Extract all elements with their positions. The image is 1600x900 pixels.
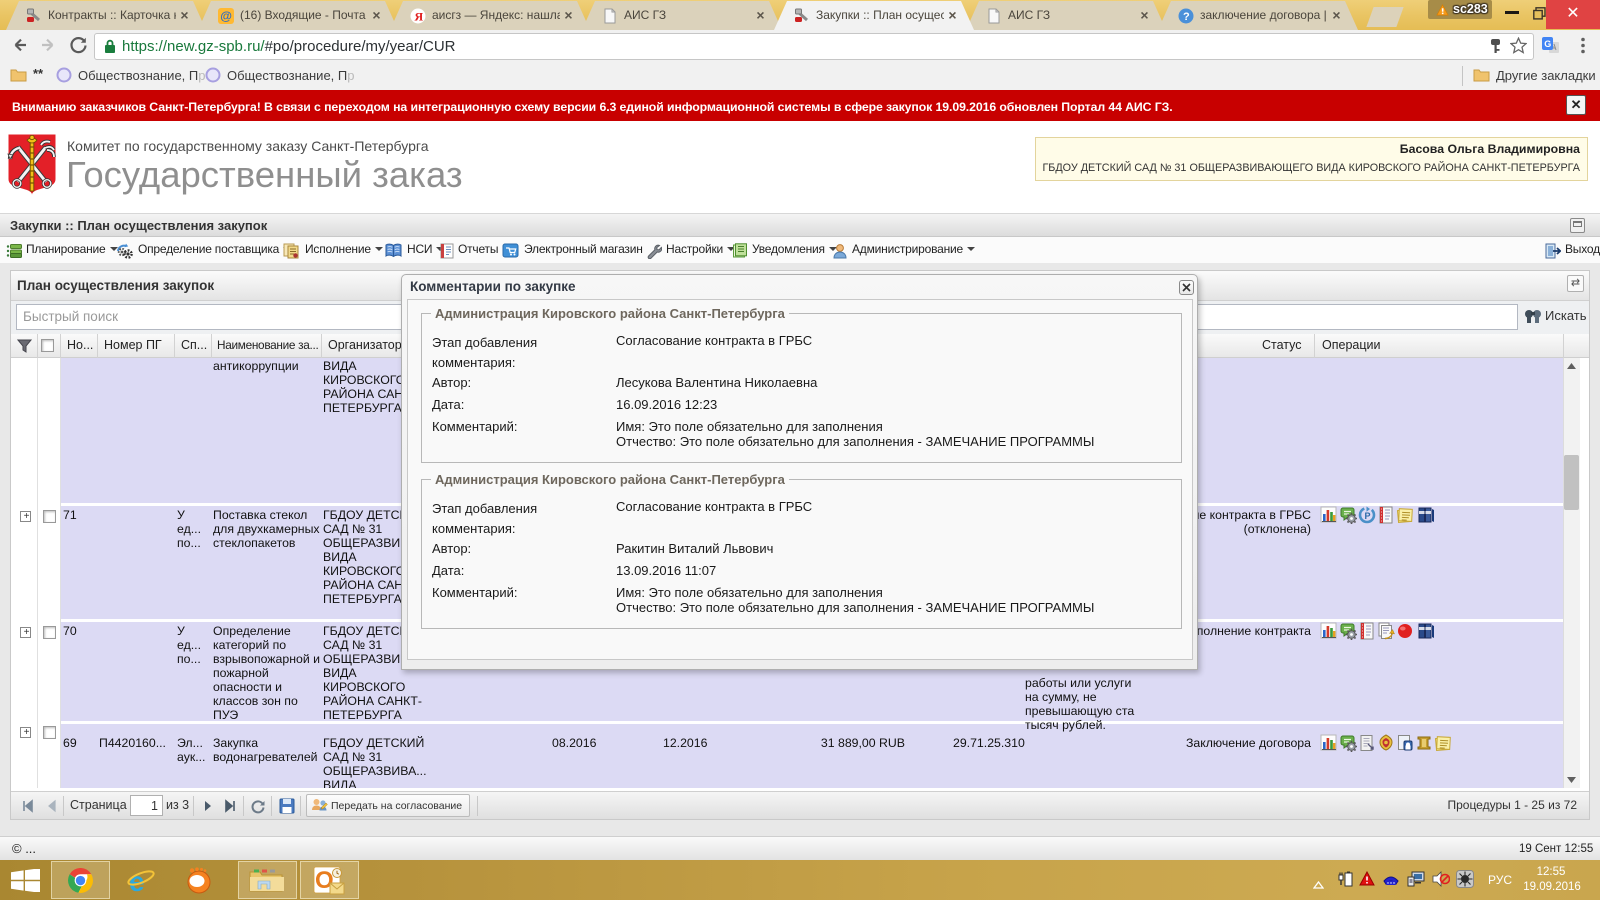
svg-text:e: e — [129, 866, 145, 895]
svg-text:?: ? — [1183, 11, 1190, 23]
svg-text:Я: Я — [415, 10, 424, 24]
svg-text:@: @ — [220, 9, 232, 23]
svg-text:G: G — [1544, 39, 1551, 49]
